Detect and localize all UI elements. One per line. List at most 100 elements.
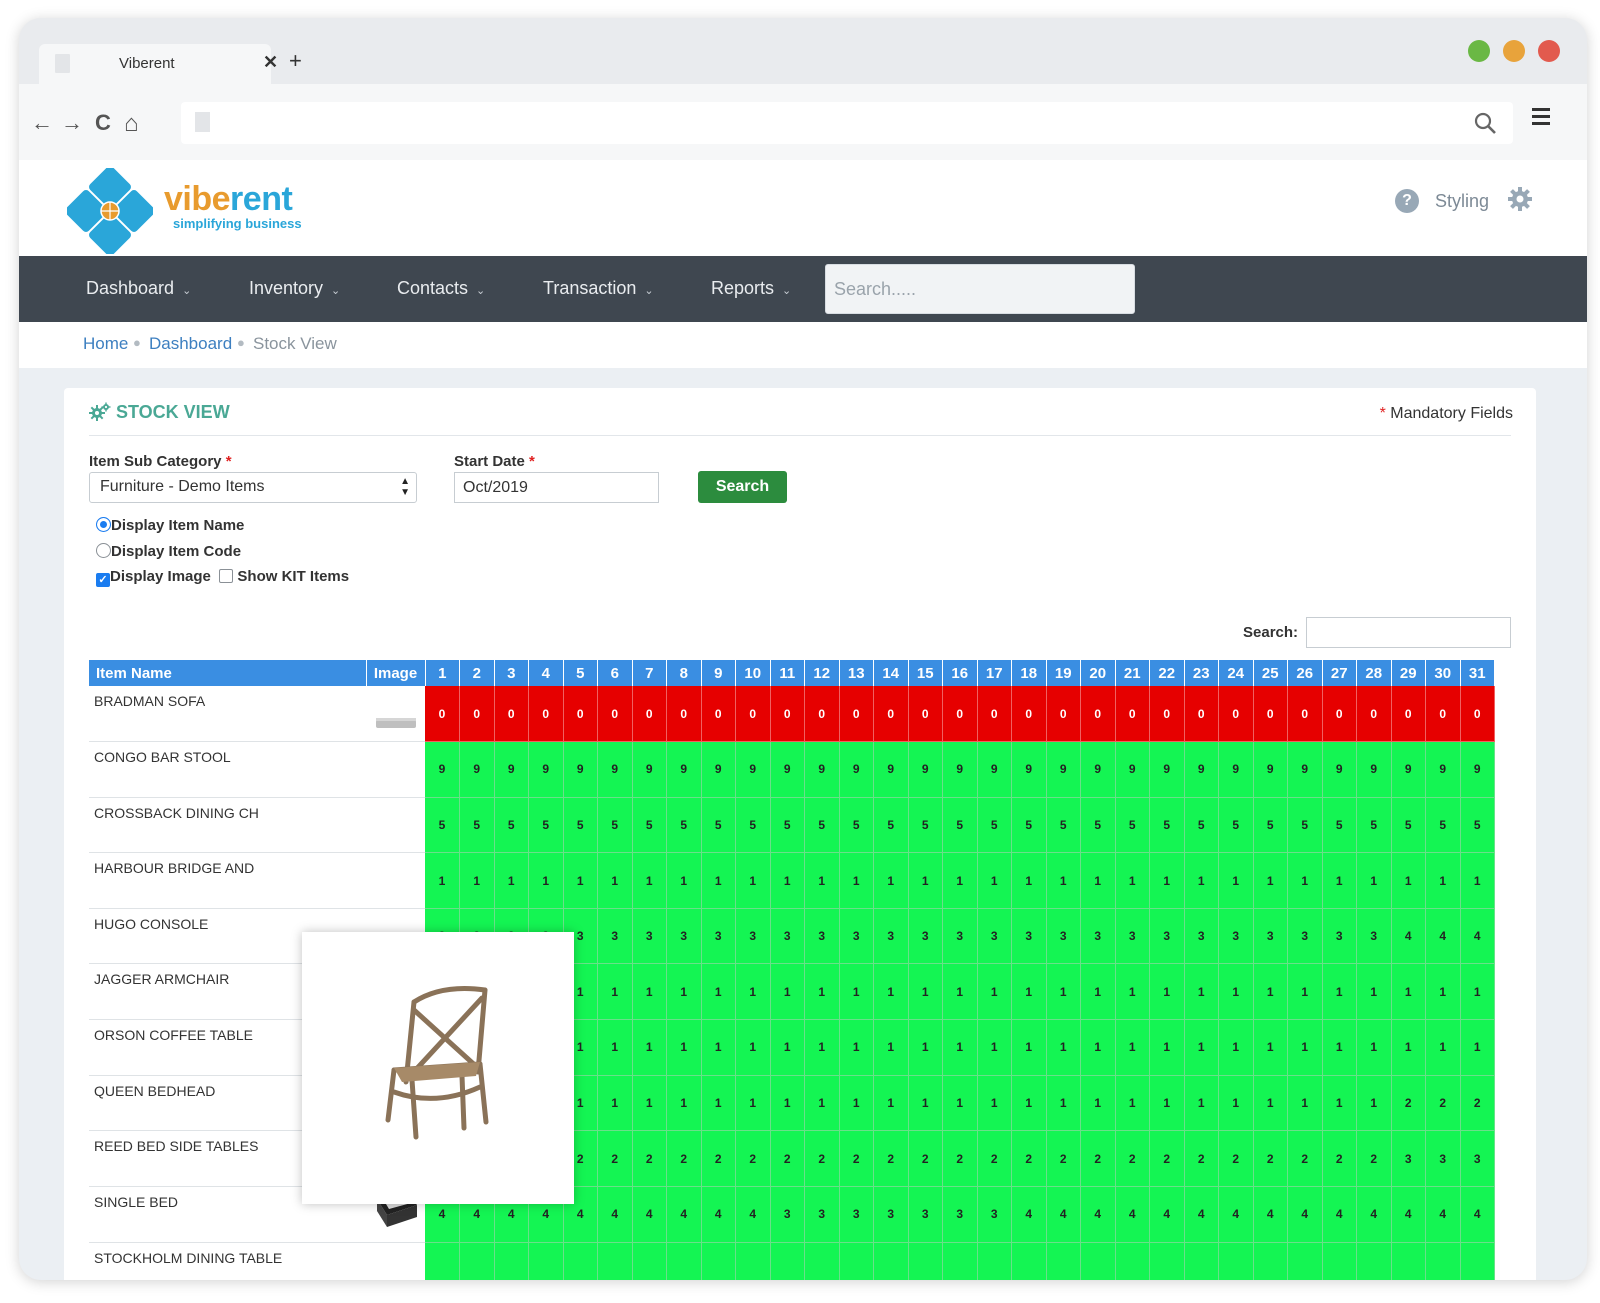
- stock-cell[interactable]: 1: [1218, 852, 1254, 909]
- stock-cell[interactable]: 1: [804, 963, 840, 1021]
- stock-cell[interactable]: 9: [977, 741, 1012, 798]
- stock-cell[interactable]: 3: [770, 908, 805, 965]
- stock-cell[interactable]: 1: [666, 1019, 702, 1076]
- stock-cell[interactable]: 3: [804, 908, 840, 965]
- stock-cell[interactable]: 3: [1080, 908, 1116, 965]
- stock-cell[interactable]: 9: [1011, 741, 1047, 798]
- stock-cell[interactable]: 0: [735, 686, 771, 743]
- stock-cell[interactable]: 1: [770, 852, 805, 909]
- table-row[interactable]: CONGO BAR STOOL 9 9 9 9 9 9 9 9 9 9 9 9 9 9 9 9 9 9 9 9 9 9 9 9 9…: [89, 741, 1495, 798]
- stock-cell[interactable]: 1: [1011, 852, 1047, 909]
- stock-cell[interactable]: 1: [701, 852, 736, 909]
- stock-cell[interactable]: 9: [701, 741, 736, 798]
- stock-cell[interactable]: 1: [1011, 1075, 1047, 1132]
- stock-cell[interactable]: 1: [977, 1075, 1012, 1132]
- stock-cell[interactable]: 1: [1356, 1075, 1392, 1132]
- stock-cell[interactable]: 2: [735, 1130, 771, 1187]
- stock-cell[interactable]: 2: [1425, 1075, 1461, 1132]
- stock-cell[interactable]: 0: [1287, 686, 1323, 743]
- stock-cell[interactable]: 1: [494, 852, 529, 909]
- stock-cell[interactable]: 1: [1425, 963, 1461, 1021]
- stock-cell[interactable]: 1: [1149, 1019, 1185, 1076]
- stock-cell[interactable]: 5: [942, 797, 978, 854]
- stock-cell[interactable]: 9: [1184, 741, 1219, 798]
- stock-cell[interactable]: [701, 1242, 736, 1280]
- stock-cell[interactable]: 1: [425, 852, 460, 909]
- stock-cell[interactable]: 1: [839, 852, 874, 909]
- stock-cell[interactable]: 1: [770, 1019, 805, 1076]
- new-tab-button[interactable]: +: [289, 48, 302, 74]
- stock-cell[interactable]: 4: [701, 1186, 736, 1243]
- stock-cell[interactable]: 3: [1391, 1130, 1426, 1187]
- stock-cell[interactable]: 1: [873, 963, 909, 1021]
- stock-cell[interactable]: 5: [425, 797, 460, 854]
- stock-cell[interactable]: 2: [770, 1130, 805, 1187]
- stock-cell[interactable]: 5: [597, 797, 633, 854]
- stock-cell[interactable]: 1: [632, 1075, 667, 1132]
- stock-cell[interactable]: 1: [1322, 963, 1357, 1021]
- table-row[interactable]: STOCKHOLM DINING TABLE: [89, 1242, 1495, 1280]
- stock-cell[interactable]: [528, 1242, 564, 1280]
- stock-cell[interactable]: 1: [873, 852, 909, 909]
- stock-cell[interactable]: 1: [1184, 1075, 1219, 1132]
- item-image-cell[interactable]: [366, 741, 425, 798]
- stock-cell[interactable]: 5: [459, 797, 495, 854]
- stock-cell[interactable]: 9: [839, 741, 874, 798]
- stock-cell[interactable]: 1: [1046, 1019, 1081, 1076]
- stock-cell[interactable]: 3: [701, 908, 736, 965]
- stock-cell[interactable]: 1: [873, 1019, 909, 1076]
- stock-cell[interactable]: 1: [597, 963, 633, 1021]
- table-row[interactable]: JAGGER ARMCHAIR 1 1 1 1 1 1 1 1 1 1 1 1 1 1 1 1 1 1 1 1 1 1 1 1 1…: [89, 963, 1495, 1021]
- stock-cell[interactable]: 1: [873, 1075, 909, 1132]
- stock-cell[interactable]: 1: [1322, 852, 1357, 909]
- show-kit-items-option[interactable]: Show KIT Items: [237, 568, 349, 585]
- breadcrumb-home[interactable]: Home: [83, 334, 128, 354]
- global-search-input[interactable]: [825, 264, 1135, 314]
- stock-cell[interactable]: [1425, 1242, 1461, 1280]
- display-image-option[interactable]: ✓ Display Image Show KIT Items: [96, 568, 349, 587]
- stock-cell[interactable]: 3: [1046, 908, 1081, 965]
- stock-cell[interactable]: 1: [597, 1019, 633, 1076]
- stock-cell[interactable]: 2: [1149, 1130, 1185, 1187]
- stock-cell[interactable]: [873, 1242, 909, 1280]
- stock-cell[interactable]: [908, 1242, 943, 1280]
- stock-cell[interactable]: 1: [1184, 852, 1219, 909]
- stock-cell[interactable]: 4: [1460, 1186, 1495, 1243]
- stock-cell[interactable]: 9: [1425, 741, 1461, 798]
- item-thumbnail[interactable]: [374, 716, 418, 735]
- stock-cell[interactable]: 1: [563, 852, 598, 909]
- stock-cell[interactable]: 1: [1184, 963, 1219, 1021]
- styling-link[interactable]: Styling: [1435, 191, 1489, 212]
- stock-cell[interactable]: 0: [770, 686, 805, 743]
- stock-cell[interactable]: [425, 1242, 460, 1280]
- stock-cell[interactable]: 2: [1391, 1075, 1426, 1132]
- item-image-cell[interactable]: [366, 686, 425, 743]
- stock-cell[interactable]: 5: [1322, 797, 1357, 854]
- stock-cell[interactable]: 9: [1253, 741, 1288, 798]
- stock-cell[interactable]: 4: [1011, 1186, 1047, 1243]
- stock-cell[interactable]: 1: [804, 852, 840, 909]
- table-search-input[interactable]: [1306, 617, 1511, 648]
- stock-cell[interactable]: 0: [1149, 686, 1185, 743]
- stock-cell[interactable]: 4: [1253, 1186, 1288, 1243]
- stock-cell[interactable]: 1: [1080, 963, 1116, 1021]
- minimize-window-button[interactable]: [1503, 40, 1525, 62]
- stock-cell[interactable]: 9: [1046, 741, 1081, 798]
- stock-cell[interactable]: 1: [597, 1075, 633, 1132]
- stock-cell[interactable]: [942, 1242, 978, 1280]
- stock-cell[interactable]: 0: [839, 686, 874, 743]
- stock-cell[interactable]: 1: [597, 852, 633, 909]
- stock-cell[interactable]: 9: [1080, 741, 1116, 798]
- stock-cell[interactable]: 1: [666, 1075, 702, 1132]
- stock-cell[interactable]: 1: [632, 852, 667, 909]
- stock-cell[interactable]: 3: [1356, 908, 1392, 965]
- stock-cell[interactable]: 1: [1218, 1075, 1254, 1132]
- stock-cell[interactable]: 9: [425, 741, 460, 798]
- stock-cell[interactable]: 3: [666, 908, 702, 965]
- stock-cell[interactable]: 2: [1115, 1130, 1150, 1187]
- stock-cell[interactable]: 1: [1011, 963, 1047, 1021]
- stock-cell[interactable]: 1: [1460, 963, 1495, 1021]
- stock-cell[interactable]: [1046, 1242, 1081, 1280]
- stock-cell[interactable]: [1460, 1242, 1495, 1280]
- stock-cell[interactable]: 3: [1184, 908, 1219, 965]
